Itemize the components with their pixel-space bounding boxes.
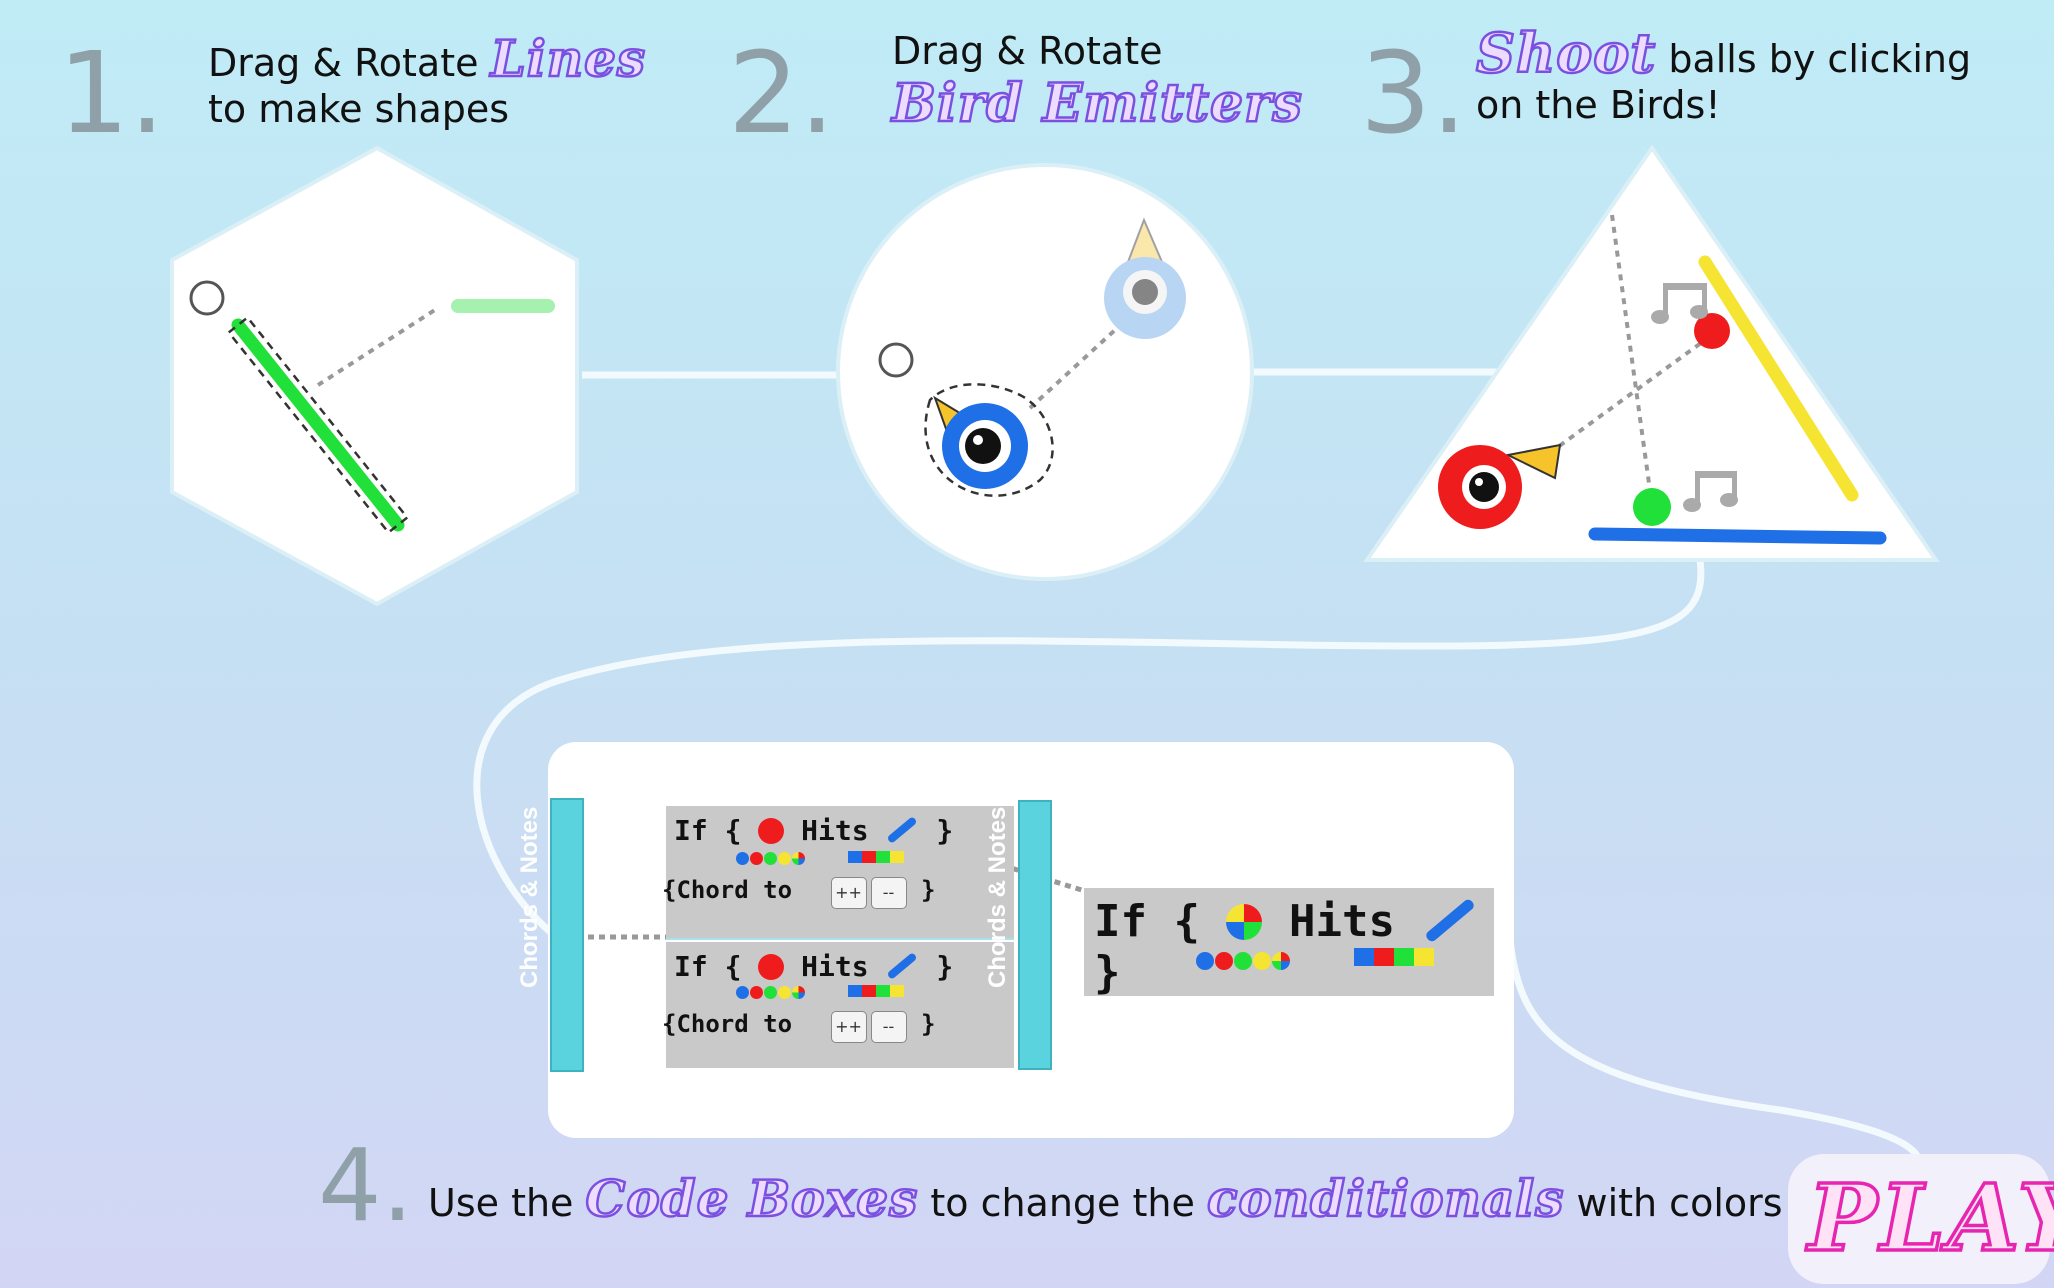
step-three-text: Shoot balls by clicking on the Birds! [1475,21,1972,128]
close-brace: } [936,950,954,983]
chord-action: {Chord to [662,1010,793,1038]
zoom-ball-colors [1196,952,1291,974]
chord-decrement-button[interactable]: -- [870,877,907,909]
multicolor-ball-icon [1226,904,1263,940]
zoomed-condition: If { Hits } [1084,888,1494,998]
code-panel: Chords & Notes If { Hits } {Chord to ++ -… [516,742,1514,1138]
action-row: {Chord to ++ -- } [662,1010,935,1043]
step-four-highlight-a: Code Boxes [584,1169,919,1229]
code-block-2[interactable]: If { Hits } {Chord to ++ -- } [662,942,1014,1068]
step-four-middle: to change the [930,1181,1195,1225]
step-one-number: 1. [58,29,165,159]
line-icon [1424,897,1477,944]
hits-keyword: Hits [801,814,869,847]
line-color-options[interactable] [848,982,904,1001]
rotate-handle [189,280,225,316]
step-three-number: 3. [1360,29,1467,159]
ball-icon[interactable] [758,954,785,980]
ball-color-options[interactable] [736,984,806,1003]
close-brace: } [936,814,954,847]
condition-row: If { Hits } [674,950,953,983]
chord-increment-button[interactable]: ++ [830,1011,867,1043]
ball-color-options[interactable] [736,850,806,869]
chords-notes-tab-left[interactable]: Chords & Notes [516,798,584,1072]
step-three-suffix-b: on the Birds! [1476,83,1721,128]
if-keyword: If { [674,814,742,847]
step-three-suffix-a: balls by clicking [1668,37,1972,81]
step-four-prefix: Use the [428,1181,574,1225]
step-one-highlight: Lines [489,29,647,89]
step-four-highlight-b: conditionals [1206,1169,1565,1229]
chords-notes-tab-right[interactable]: Chords & Notes [984,800,1052,1070]
line-icon[interactable] [886,816,919,844]
play-label: PLAY [1806,1162,2054,1274]
step-one-prefix: Drag & Rotate [208,41,479,85]
step-two-text: Drag & Rotate Bird Emitters [891,29,1303,134]
step-three-highlight: Shoot [1475,21,1657,86]
zoom-condition-row: If { Hits } [1094,896,1494,998]
step-four-text: Use the Code Boxes to change the conditi… [428,1169,1798,1229]
tab-label: Chords & Notes [516,806,543,988]
chord-decrement-button[interactable]: -- [870,1011,907,1043]
rotate-handle [878,342,914,378]
line-icon[interactable] [886,952,919,980]
step-two-prefix: Drag & Rotate [892,29,1163,73]
close-brace: } [1094,947,1121,998]
chord-action: {Chord to [662,876,793,904]
code-block-1[interactable]: If { Hits } {Chord to ++ -- } [662,806,1014,940]
end-brace: } [920,1010,936,1038]
step-two-number: 2. [728,29,835,159]
line-color-options[interactable] [848,848,904,867]
step-one-suffix: to make shapes [208,86,510,131]
step-one-text: Drag & Rotate Lines to make shapes [208,29,647,131]
step-four-suffix: with colors! [1576,1181,1798,1225]
step-two-highlight: Bird Emitters [891,72,1303,134]
end-brace: } [920,876,936,904]
chord-increment-button[interactable]: ++ [830,877,867,909]
hits-keyword: Hits [1288,896,1395,947]
condition-row: If { Hits } [674,814,953,847]
tab-label: Chords & Notes [984,806,1011,988]
hexagon-shape [170,145,579,607]
hits-keyword: Hits [801,950,869,983]
play-button[interactable]: PLAY [1788,1154,2054,1284]
ball-icon[interactable] [758,818,785,844]
zoom-line-colors [1354,948,1434,970]
if-keyword: If { [1094,896,1200,947]
if-keyword: If { [674,950,742,983]
action-row: {Chord to ++ -- } [662,876,935,909]
step-four-number: 4. [318,1127,414,1244]
